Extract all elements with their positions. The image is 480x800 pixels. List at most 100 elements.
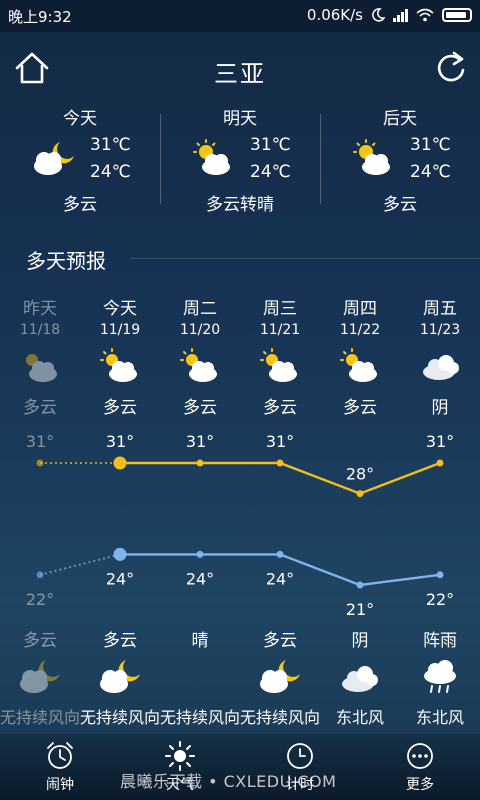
low-temp-point — [196, 550, 204, 558]
partly-cloudy-day-icon — [353, 139, 390, 175]
low-temp-point — [36, 571, 44, 579]
refresh-icon[interactable] — [430, 48, 470, 88]
wind-direction: 东北风 — [415, 708, 464, 727]
summary-high: 31℃ — [410, 135, 451, 155]
high-temp-point — [436, 459, 444, 467]
wifi-icon — [416, 8, 434, 22]
low-temp-point — [356, 581, 364, 589]
low-temp-label: 24° — [186, 569, 214, 588]
high-temp-line — [120, 461, 441, 495]
summary-high: 31℃ — [90, 135, 131, 155]
night-condition: 多云 — [23, 631, 57, 651]
battery-icon — [442, 8, 472, 22]
forecast-date: 11/21 — [259, 322, 301, 338]
low-temp-label: 22° — [426, 590, 454, 609]
partly-cloudy-day-icon — [340, 348, 377, 382]
forecast-day-condition: 多云 — [23, 398, 57, 418]
high-temp-label: 31° — [186, 432, 214, 451]
section-divider — [130, 258, 480, 259]
alarm-clock-icon — [47, 742, 73, 769]
wind-direction: 无持续风向 — [80, 708, 160, 727]
partly-cloudy-night-icon — [20, 660, 60, 693]
partly-cloudy-night-icon — [34, 142, 74, 175]
status-bar: 晚上9:32 0.06K/s — [0, 0, 480, 32]
partly-cloudy-day-icon — [193, 139, 230, 175]
overcast-cloud-icon — [423, 355, 459, 380]
night-condition: 晴 — [191, 631, 209, 651]
high-temp-label: 31° — [26, 432, 54, 451]
summary-condition: 多云 — [383, 195, 417, 215]
network-speed: 0.06K/s — [306, 6, 363, 24]
high-temp-label: 31° — [106, 432, 134, 451]
summary-day-name: 后天 — [383, 109, 417, 129]
forecast-section-title: 多天预报 — [26, 249, 106, 273]
partly-cloudy-day-icon — [260, 348, 297, 382]
night-condition: 阴 — [351, 631, 369, 651]
nav-alarm[interactable]: 闹钟 — [20, 734, 100, 800]
low-temp-label: 24° — [266, 569, 294, 588]
low-temp-label: 22° — [26, 590, 54, 609]
shower-rain-icon — [424, 660, 456, 693]
temperature-chart: 31° 31° 31° 31° 28° 31° 22° 24° 24° 24° 21° 22° — [26, 432, 454, 619]
summary-low: 24℃ — [90, 162, 131, 182]
partly-cloudy-day-icon — [100, 348, 137, 382]
summary-condition: 多云 — [63, 195, 97, 215]
wind-direction: 无持续风向 — [240, 708, 320, 727]
high-temp-label: 31° — [266, 432, 294, 451]
summary-condition: 多云转晴 — [206, 195, 274, 215]
forecast-day-condition: 多云 — [343, 398, 377, 418]
city-name[interactable]: 三亚 — [0, 54, 480, 89]
overcast-cloud-icon — [342, 666, 378, 692]
forecast-day-name: 周四 — [343, 299, 377, 319]
high-temp-point — [276, 459, 284, 467]
nav-more[interactable]: 更多 — [380, 734, 460, 800]
high-temp-label: 31° — [426, 432, 454, 451]
forecast-date: 11/22 — [339, 322, 381, 338]
night-condition: 多云 — [103, 631, 137, 651]
forecast-day-name: 周五 — [423, 299, 457, 319]
three-day-summary: 今天 31℃ 24℃ 多云 明天 31℃ 24℃ 多云转晴 后天 31℃ 24℃… — [0, 100, 480, 220]
forecast-day-name: 周三 — [263, 299, 297, 319]
summary-day-name: 明天 — [223, 109, 257, 129]
high-temp-point — [356, 490, 364, 498]
nav-label: 闹钟 — [46, 777, 74, 793]
summary-temps: 31℃ 24℃ — [90, 132, 131, 186]
high-temp-point — [113, 456, 127, 470]
partly-cloudy-night-icon — [260, 660, 300, 693]
nav-label: 更多 — [406, 777, 434, 793]
partly-cloudy-day-icon — [180, 348, 217, 382]
summary-day-after[interactable]: 后天 31℃ 24℃ 多云 — [320, 100, 480, 220]
more-icon — [407, 743, 433, 769]
low-temp-point — [276, 550, 284, 558]
wind-direction: 无持续风向 — [160, 708, 240, 727]
wind-direction: 东北风 — [335, 708, 384, 727]
crescent-moon-icon — [188, 660, 212, 692]
low-temp-label: 21° — [346, 600, 374, 619]
night-condition: 阵雨 — [423, 631, 457, 651]
forecast-day-name: 今天 — [103, 299, 137, 319]
summary-temps: 31℃ 24℃ — [410, 132, 451, 186]
forecast-date: 11/18 — [19, 322, 61, 338]
forecast-date: 11/19 — [99, 322, 141, 338]
forecast-day-condition: 多云 — [103, 398, 137, 418]
forecast-day-name: 周二 — [183, 299, 217, 319]
summary-day-name: 今天 — [63, 109, 97, 129]
summary-temps: 31℃ 24℃ — [250, 132, 291, 186]
summary-high: 31℃ — [250, 135, 291, 155]
low-temp-point — [113, 547, 127, 561]
header: 三亚 — [0, 40, 480, 100]
partly-cloudy-day-icon — [26, 354, 57, 382]
signal-icon — [393, 8, 408, 22]
forecast-date: 11/23 — [419, 322, 461, 338]
summary-tomorrow[interactable]: 明天 31℃ 24℃ 多云转晴 — [160, 100, 320, 220]
forecast-date: 11/20 — [179, 322, 221, 338]
watermark-text: 晨曦乐下载 • CXLEDU.COM — [120, 772, 337, 791]
summary-today[interactable]: 今天 31℃ 24℃ 多云 — [0, 100, 160, 220]
low-temp-point — [436, 571, 444, 579]
high-temp-label: 28° — [346, 465, 374, 484]
forecast-day-condition: 多云 — [183, 398, 217, 418]
high-temp-point — [196, 459, 204, 467]
wind-direction: 无持续风向 — [0, 708, 80, 727]
forecast-day-name: 昨天 — [23, 299, 57, 319]
summary-low: 24℃ — [410, 162, 451, 182]
